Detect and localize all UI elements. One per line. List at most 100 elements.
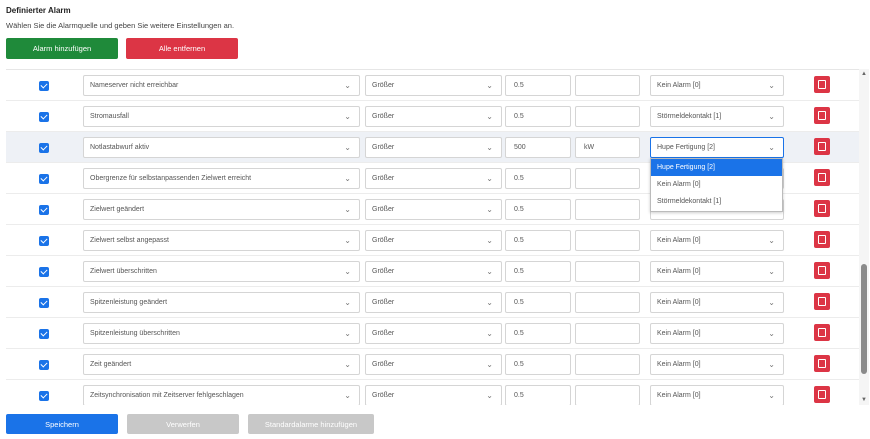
operator-select[interactable]: Größer ⌄: [365, 106, 502, 127]
enabled-checkbox[interactable]: [39, 329, 49, 339]
trash-icon[interactable]: [814, 200, 830, 217]
alarm-source-select[interactable]: Zielwert selbst angepasst ⌄: [83, 230, 360, 251]
enabled-checkbox[interactable]: [39, 391, 49, 401]
dropdown-option[interactable]: Störmeldekontakt [1]: [651, 193, 782, 210]
operator-select[interactable]: Größer ⌄: [365, 292, 502, 313]
page-subtitle: Wählen Sie die Alarmquelle und geben Sie…: [6, 21, 235, 30]
operator-value: Größer: [372, 361, 395, 368]
operator-select[interactable]: Größer ⌄: [365, 137, 502, 158]
chevron-down-icon: ⌄: [486, 112, 493, 121]
chevron-down-icon: ⌄: [344, 267, 351, 276]
alarm-output-select[interactable]: Kein Alarm [0] ⌄: [650, 385, 784, 405]
unit-input[interactable]: [575, 75, 640, 96]
trash-icon[interactable]: [814, 262, 830, 279]
enabled-checkbox[interactable]: [39, 112, 49, 122]
trash-icon[interactable]: [814, 355, 830, 372]
threshold-input[interactable]: 0.5: [505, 230, 571, 251]
page-title: Definierter Alarm: [6, 6, 71, 15]
trash-icon[interactable]: [814, 138, 830, 155]
operator-select[interactable]: Größer ⌄: [365, 385, 502, 405]
alarm-output-select[interactable]: Kein Alarm [0] ⌄: [650, 323, 784, 344]
trash-icon[interactable]: [814, 324, 830, 341]
alarm-source-select[interactable]: Zeitsynchronisation mit Zeitserver fehlg…: [83, 385, 360, 405]
alarm-output-select[interactable]: Kein Alarm [0] ⌄: [650, 230, 784, 251]
enabled-checkbox[interactable]: [39, 360, 49, 370]
trash-icon[interactable]: [814, 231, 830, 248]
alarm-source-select[interactable]: Notlastabwurf aktiv ⌄: [83, 137, 360, 158]
trash-icon[interactable]: [814, 386, 830, 403]
alarm-output-select[interactable]: Kein Alarm [0] ⌄: [650, 354, 784, 375]
trash-icon[interactable]: [814, 76, 830, 93]
save-button[interactable]: Speichern: [6, 414, 118, 434]
chevron-down-icon: ⌄: [344, 143, 351, 152]
alarm-source-select[interactable]: Spitzenleistung überschritten ⌄: [83, 323, 360, 344]
unit-input[interactable]: [575, 199, 640, 220]
unit-input[interactable]: [575, 168, 640, 189]
threshold-input[interactable]: 0.5: [505, 168, 571, 189]
operator-select[interactable]: Größer ⌄: [365, 230, 502, 251]
alarm-source-select[interactable]: Nameserver nicht erreichbar ⌄: [83, 75, 360, 96]
operator-select[interactable]: Größer ⌄: [365, 168, 502, 189]
alarm-source-select[interactable]: Spitzenleistung geändert ⌄: [83, 292, 360, 313]
alarm-output-select[interactable]: Hupe Fertigung [2] ⌄: [650, 137, 784, 158]
enabled-checkbox[interactable]: [39, 298, 49, 308]
scrollbar-thumb[interactable]: [861, 264, 867, 374]
operator-select[interactable]: Größer ⌄: [365, 199, 502, 220]
chevron-down-icon: ⌄: [768, 267, 775, 276]
threshold-input[interactable]: 0.5: [505, 323, 571, 344]
alarm-output-select[interactable]: Kein Alarm [0] ⌄: [650, 75, 784, 96]
operator-select[interactable]: Größer ⌄: [365, 354, 502, 375]
enabled-checkbox[interactable]: [39, 236, 49, 246]
enabled-checkbox[interactable]: [39, 267, 49, 277]
alarm-output-select[interactable]: Kein Alarm [0] ⌄: [650, 292, 784, 313]
unit-input[interactable]: [575, 385, 640, 405]
operator-select[interactable]: Größer ⌄: [365, 323, 502, 344]
header: Definierter Alarm Wählen Sie die Alarmqu…: [6, 6, 234, 30]
operator-value: Größer: [372, 206, 395, 213]
unit-input[interactable]: [575, 323, 640, 344]
unit-input[interactable]: [575, 354, 640, 375]
add-alarm-button[interactable]: Alarm hinzufügen: [6, 38, 118, 59]
unit-input[interactable]: [575, 106, 640, 127]
operator-select[interactable]: Größer ⌄: [365, 261, 502, 282]
chevron-down-icon: ⌄: [486, 298, 493, 307]
enabled-checkbox[interactable]: [39, 81, 49, 91]
threshold-input[interactable]: 0.5: [505, 385, 571, 405]
enabled-checkbox[interactable]: [39, 143, 49, 153]
unit-input[interactable]: [575, 261, 640, 282]
alarm-source-select[interactable]: Stromausfall ⌄: [83, 106, 360, 127]
table-scrollbar[interactable]: ▲ ▼: [859, 69, 869, 405]
chevron-down-icon: ⌄: [768, 112, 775, 121]
alarm-source-select[interactable]: Zeit geändert ⌄: [83, 354, 360, 375]
trash-icon[interactable]: [814, 107, 830, 124]
threshold-input[interactable]: 0.5: [505, 292, 571, 313]
trash-icon[interactable]: [814, 293, 830, 310]
trash-icon[interactable]: [814, 169, 830, 186]
unit-input[interactable]: [575, 230, 640, 251]
alarm-source-select[interactable]: Obergrenze für selbstanpassenden Zielwer…: [83, 168, 360, 189]
enabled-checkbox[interactable]: [39, 205, 49, 215]
threshold-input[interactable]: 0.5: [505, 75, 571, 96]
dropdown-option[interactable]: Hupe Fertigung [2]: [651, 159, 782, 176]
threshold-input[interactable]: 0.5: [505, 261, 571, 282]
table-row: Zeitsynchronisation mit Zeitserver fehlg…: [6, 380, 860, 405]
dropdown-option[interactable]: Kein Alarm [0]: [651, 176, 782, 193]
threshold-input[interactable]: 500: [505, 137, 571, 158]
unit-input[interactable]: kW: [575, 137, 640, 158]
enabled-checkbox[interactable]: [39, 174, 49, 184]
alarm-source-select[interactable]: Zielwert überschritten ⌄: [83, 261, 360, 282]
add-default-alarms-button[interactable]: Standardalarme hinzufügen: [248, 414, 374, 434]
alarm-output-select[interactable]: Kein Alarm [0] ⌄: [650, 261, 784, 282]
alarm-output-select[interactable]: Störmeldekontakt [1] ⌄: [650, 106, 784, 127]
discard-button[interactable]: Verwerfen: [127, 414, 239, 434]
threshold-input[interactable]: 0.5: [505, 199, 571, 220]
alarm-output-value: Hupe Fertigung [2]: [657, 144, 715, 151]
unit-input[interactable]: [575, 292, 640, 313]
remove-all-button[interactable]: Alle entfernen: [126, 38, 238, 59]
scroll-down-icon[interactable]: ▼: [860, 397, 868, 403]
threshold-input[interactable]: 0.5: [505, 106, 571, 127]
alarm-source-select[interactable]: Zielwert geändert ⌄: [83, 199, 360, 220]
scroll-up-icon[interactable]: ▲: [860, 71, 868, 77]
operator-select[interactable]: Größer ⌄: [365, 75, 502, 96]
threshold-input[interactable]: 0.5: [505, 354, 571, 375]
